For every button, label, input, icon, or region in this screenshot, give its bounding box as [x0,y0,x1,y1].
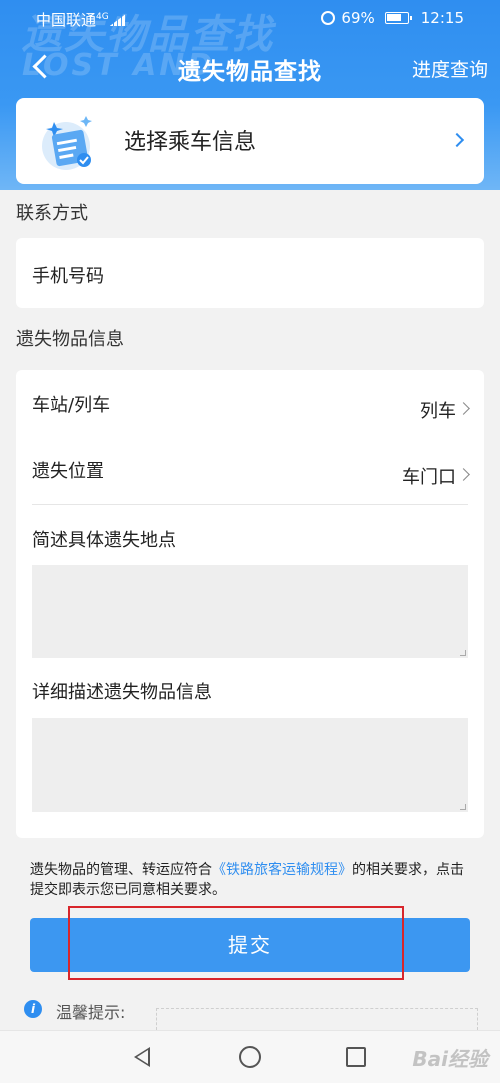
station-value: 列车 [420,401,456,422]
divider [32,504,468,505]
item-detail-label: 详细描述遗失物品信息 [32,682,212,703]
notice-prefix: 遗失物品的管理、转运应符合 [30,862,212,878]
station-row[interactable]: 车站/列车 列车 [16,370,484,436]
nav-recent-apps-icon[interactable] [346,1047,366,1067]
contact-section-title: 联系方式 [16,203,88,224]
item-info-card: 车站/列车 列车 遗失位置 车门口 简述具体遗失地点 详细描述遗失物品信息 [16,370,484,838]
regulation-notice: 遗失物品的管理、转运应符合《铁路旅客运输规程》的相关要求，点击提交即表示您已同意… [30,860,474,900]
submit-button[interactable]: 提交 [30,918,470,972]
phone-label: 手机号码 [32,266,104,287]
ride-info-label: 选择乘车信息 [124,130,257,155]
battery-icon [384,12,412,24]
location-value: 车门口 [402,467,456,488]
resize-handle-icon[interactable] [460,650,466,656]
location-label: 遗失位置 [32,461,104,482]
phone-input[interactable] [136,254,466,292]
carrier: 中国联通4G [36,9,126,30]
location-row[interactable]: 遗失位置 车门口 [16,436,484,502]
brief-location-textarea[interactable] [32,565,468,658]
regulation-link[interactable]: 《铁路旅客运输规程》 [212,862,352,878]
system-nav-bar: Bai经验 [0,1030,500,1083]
select-ride-info-card[interactable]: 选择乘车信息 [16,98,484,184]
chevron-right-icon [449,132,465,148]
item-info-section-title: 遗失物品信息 [16,329,124,350]
clock: 12:15 [420,9,464,27]
nav-back-icon[interactable] [134,1047,150,1067]
status-bar: 中国联通4G 69% 12:15 [0,0,500,36]
tip-section: i 温馨提示: [16,996,484,1030]
tip-box [156,1008,478,1030]
signal-icon [109,14,126,26]
item-detail-textarea[interactable] [32,718,468,812]
contact-card: 手机号码 [16,238,484,308]
status-right: 69% 12:15 [321,9,464,27]
battery-percent: 69% [341,9,375,27]
baidu-watermark: Bai经验 [412,1047,488,1071]
brief-location-label: 简述具体遗失地点 [32,530,176,551]
nav-home-icon[interactable] [239,1046,261,1068]
alarm-icon [321,11,336,25]
resize-handle-icon[interactable] [460,804,466,810]
network-type: 4G [96,12,109,22]
info-icon: i [24,1000,42,1018]
tip-label: 温馨提示: [56,1003,126,1022]
station-label: 车站/列车 [32,395,111,416]
carrier-name: 中国联通 [36,11,97,29]
nav-bar: 遗失物品查找 进度查询 [0,42,500,92]
chevron-right-icon [457,402,470,415]
ticket-icon [42,116,92,170]
progress-query-link[interactable]: 进度查询 [412,55,488,82]
chevron-right-icon [457,468,470,481]
